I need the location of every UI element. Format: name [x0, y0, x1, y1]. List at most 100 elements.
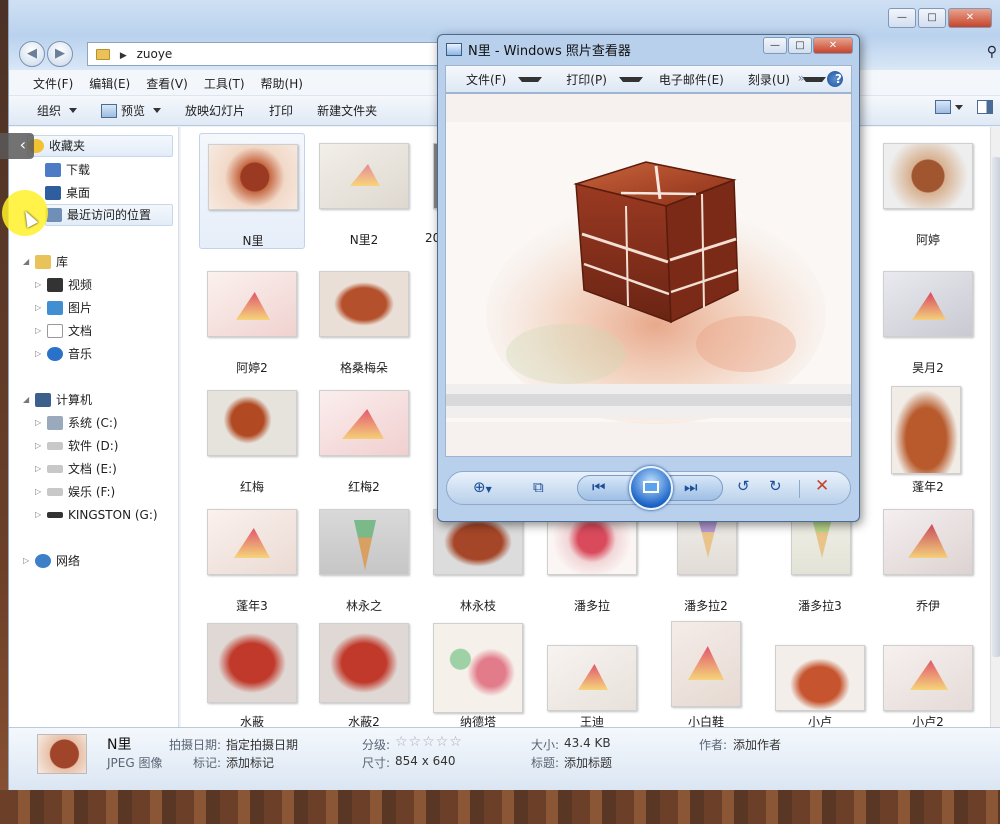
nav-music[interactable]: ▷ 音乐 — [35, 343, 92, 365]
file-thumbnail[interactable]: N里2 — [311, 133, 417, 249]
nav-desktop[interactable]: 桌面 — [45, 182, 90, 204]
expand-arrow-icon: ▷ — [35, 441, 42, 450]
viewer-menu-email[interactable]: 电子邮件(E) — [651, 71, 732, 88]
file-thumbnail[interactable]: 林永之 — [311, 499, 417, 615]
nav-downloads[interactable]: 下载 — [45, 159, 90, 181]
nav-libraries[interactable]: ◢ 库 — [23, 251, 68, 273]
nav-drive-e[interactable]: ▷ 文档 (E:) — [35, 458, 117, 480]
organize-button[interactable]: 组织 — [25, 102, 89, 119]
document-icon — [47, 324, 63, 338]
photo-viewer-icon — [446, 43, 462, 56]
nav-drive-c[interactable]: ▷ 系统 (C:) — [35, 412, 118, 434]
vertical-scrollbar[interactable] — [990, 127, 1000, 727]
file-thumbnail[interactable]: 王迪 — [539, 615, 645, 727]
nav-drive-g[interactable]: ▷ KINGSTON (G:) — [35, 504, 158, 526]
file-thumbnail[interactable]: 水蔽 — [199, 615, 305, 727]
rotate-right-button[interactable]: ↻ — [769, 477, 782, 495]
preview-pane-icon[interactable] — [977, 100, 993, 114]
nav-recent[interactable]: 最近访问的位置 — [45, 204, 173, 226]
new-folder-button[interactable]: 新建文件夹 — [305, 102, 389, 119]
nav-music-label: 音乐 — [68, 347, 93, 361]
minimize-button[interactable]: — — [888, 8, 916, 28]
file-thumbnail[interactable]: 红梅 — [199, 380, 305, 496]
library-icon — [35, 255, 51, 269]
file-name: N里2 — [349, 233, 379, 247]
help-icon[interactable]: ? — [827, 71, 843, 87]
forward-button[interactable]: ▶ — [47, 41, 73, 67]
file-thumbnail[interactable]: 小白鞋 — [653, 615, 759, 727]
menu-view[interactable]: 查看(V) — [138, 70, 196, 95]
nav-computer[interactable]: ◢ 计算机 — [23, 389, 92, 411]
nav-favorites-label: 收藏夹 — [49, 139, 86, 153]
file-thumbnail[interactable]: 蓬年2 — [875, 380, 981, 496]
slideshow-play-button[interactable] — [629, 466, 673, 510]
nav-network[interactable]: ▷ 网络 — [23, 550, 80, 572]
rotate-left-button[interactable]: ↺ — [737, 477, 750, 495]
date-taken-value[interactable]: 指定拍摄日期 — [226, 736, 298, 753]
menu-tools[interactable]: 工具(T) — [196, 70, 253, 95]
rating-stars[interactable]: ☆☆☆☆☆ — [395, 734, 463, 750]
file-thumbnail[interactable]: 水蔽2 — [311, 615, 417, 727]
viewer-menu-print[interactable]: 打印(P) — [550, 71, 651, 88]
file-thumbnail[interactable]: 阿婷 — [875, 133, 981, 249]
expand-arrow-icon: ▷ — [35, 303, 42, 312]
explorer-titlebar[interactable]: — □ ✕ — [9, 0, 1000, 36]
file-thumbnail[interactable]: 小卢2 — [875, 615, 981, 727]
computer-icon — [35, 393, 51, 407]
maximize-button[interactable]: □ — [918, 8, 946, 28]
file-thumbnail[interactable]: 格桑梅朵 — [311, 261, 417, 377]
viewer-maximize-button[interactable]: □ — [788, 37, 812, 54]
nav-videos[interactable]: ▷ 视频 — [35, 274, 92, 296]
nav-pictures[interactable]: ▷ 图片 — [35, 297, 92, 319]
file-thumbnail[interactable]: 阿婷2 — [199, 261, 305, 377]
more-chevron-icon[interactable]: » — [790, 71, 813, 85]
nav-favorites[interactable]: 收藏夹 — [27, 135, 173, 157]
expand-arrow-icon: ◢ — [23, 257, 30, 266]
rotate-counterclockwise-icon: ↺ — [737, 477, 750, 495]
nav-documents[interactable]: ▷ 文档 — [35, 320, 92, 342]
viewer-menu-burn[interactable]: 刻录(U) — [732, 71, 834, 88]
file-thumbnail[interactable]: 乔伊 — [875, 499, 981, 615]
nav-drive-d[interactable]: ▷ 软件 (D:) — [35, 435, 118, 457]
actual-size-icon: ⧉ — [533, 478, 544, 496]
file-thumbnail[interactable]: N里 — [199, 133, 305, 249]
file-thumbnail[interactable]: 红梅2 — [311, 380, 417, 496]
file-thumbnail[interactable]: 蓬年3 — [199, 499, 305, 615]
nav-drive-f[interactable]: ▷ 娱乐 (F:) — [35, 481, 115, 503]
menu-help[interactable]: 帮助(H) — [253, 70, 311, 95]
actual-size-button[interactable]: ⧉ — [533, 478, 544, 496]
viewer-titlebar[interactable]: N里 - Windows 照片查看器 — [446, 40, 631, 59]
file-name: 蓬年3 — [236, 599, 268, 613]
zoom-icon: ⊕ — [473, 478, 486, 496]
menu-edit[interactable]: 编辑(E) — [81, 70, 138, 95]
file-thumbnail[interactable]: 纳德塔 — [425, 615, 531, 727]
expand-arrow-icon: ◢ — [23, 395, 30, 404]
title-value[interactable]: 添加标题 — [564, 754, 612, 771]
file-thumbnail[interactable]: 昊月2 — [875, 261, 981, 377]
back-button[interactable]: ◀ — [19, 41, 45, 67]
viewer-menu-file[interactable]: 文件(F) — [450, 71, 550, 88]
scrollbar-thumb[interactable] — [992, 157, 1000, 657]
preview-button[interactable]: 预览 — [89, 102, 173, 119]
author-value[interactable]: 添加作者 — [733, 736, 781, 753]
viewer-minimize-button[interactable]: — — [763, 37, 787, 54]
slideshow-button[interactable]: 放映幻灯片 — [173, 102, 257, 119]
tags-value[interactable]: 添加标记 — [226, 754, 274, 771]
zoom-button[interactable]: ⊕▼ — [473, 478, 492, 496]
search-icon[interactable]: ⚲ — [987, 44, 997, 60]
file-thumbnail[interactable]: 小卢 — [767, 615, 873, 727]
drive-icon — [47, 488, 63, 496]
viewer-close-button[interactable]: ✕ — [813, 37, 853, 54]
collapse-panel-tab[interactable]: ‹ — [0, 133, 34, 159]
file-name: 红梅 — [239, 480, 264, 494]
menu-file[interactable]: 文件(F) — [25, 70, 81, 95]
print-button[interactable]: 打印 — [257, 102, 305, 119]
change-view-button[interactable] — [935, 100, 963, 114]
delete-button[interactable]: ✕ — [815, 476, 829, 496]
close-button[interactable]: ✕ — [948, 8, 992, 28]
address-bar[interactable]: ▶ zuoye — [87, 42, 447, 66]
forward-arrow-icon: ▶ — [55, 46, 65, 61]
nav-desktop-label: 桌面 — [66, 186, 91, 200]
size-value: 43.4 KB — [564, 736, 611, 750]
expand-arrow-icon: ▷ — [35, 280, 42, 289]
